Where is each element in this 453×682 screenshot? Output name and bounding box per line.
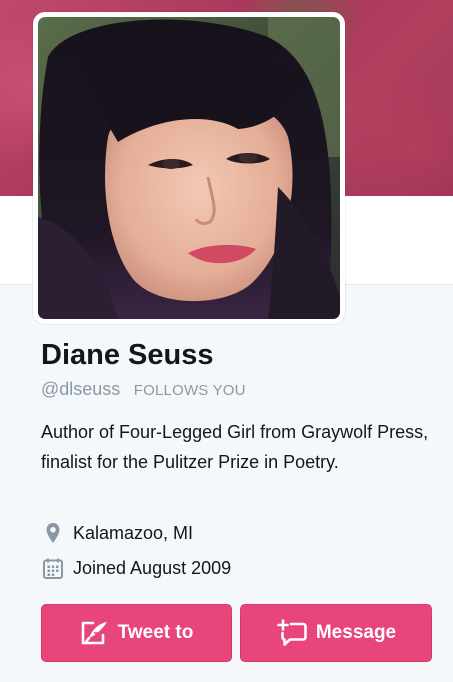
follows-you-badge: FOLLOWS YOU: [133, 382, 246, 399]
calendar-icon: [43, 556, 63, 580]
map-pin-icon: [43, 521, 63, 545]
profile-name: Diane Seuss: [41, 339, 214, 371]
location-text: Kalamazoo, MI: [73, 522, 194, 543]
profile-location: Kalamazoo, MI: [43, 521, 193, 545]
message-button[interactable]: Message: [240, 604, 432, 662]
profile-bio: Author of Four-Legged Girl from Graywolf…: [41, 422, 429, 472]
tweet-to-button[interactable]: Tweet to: [41, 604, 232, 662]
message-plus-icon: [276, 619, 308, 647]
tweet-to-label: Tweet to: [117, 622, 194, 643]
profile-joined: Joined August 2009: [43, 556, 231, 580]
handle-row: @dlseuss FOLLOWS YOU: [41, 379, 246, 400]
joined-text: Joined August 2009: [73, 557, 232, 578]
feather-icon: [80, 620, 110, 646]
avatar-photo: [38, 17, 340, 319]
profile-handle[interactable]: @dlseuss: [41, 379, 120, 399]
avatar[interactable]: [33, 12, 345, 324]
message-label: Message: [315, 622, 397, 643]
